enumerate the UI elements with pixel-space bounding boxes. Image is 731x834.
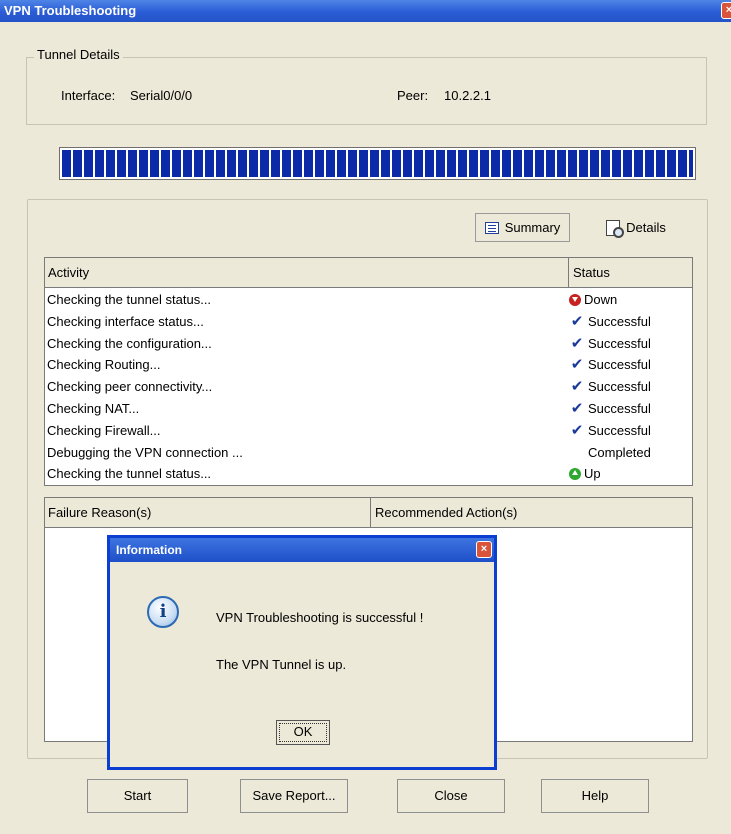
table-row[interactable]: Checking Firewall... ✔ Successful xyxy=(45,420,692,442)
activity-cell: Checking the tunnel status... xyxy=(47,292,212,307)
vpn-troubleshooting-window: VPN Troubleshooting × Tunnel Details Int… xyxy=(0,0,731,834)
progress-bar-fill xyxy=(62,150,693,177)
activity-cell: Debugging the VPN connection ... xyxy=(47,444,243,460)
summary-button-label: Summary xyxy=(504,220,561,235)
table-row[interactable]: Checking the configuration... ✔ Successful xyxy=(45,333,692,355)
table-row[interactable]: Checking NAT... ✔ Successful xyxy=(45,398,692,420)
activity-cell: Checking NAT... xyxy=(47,400,140,416)
status-check-icon: ✔ xyxy=(570,334,584,352)
interface-value: Serial0/0/0 xyxy=(130,88,193,103)
activity-cell: Checking Routing... xyxy=(47,357,161,373)
status-check-icon: ✔ xyxy=(570,421,584,439)
help-button[interactable]: Help xyxy=(541,779,649,813)
status-cell: ✔ Successful xyxy=(569,354,651,376)
status-text: Completed xyxy=(588,444,651,460)
peer-value: 10.2.2.1 xyxy=(444,88,491,103)
summary-toggle-button[interactable]: Summary xyxy=(475,213,570,242)
status-text: Successful xyxy=(588,422,651,438)
recommended-action-column-header[interactable]: Recommended Action(s) xyxy=(371,498,692,528)
save-report-button[interactable]: Save Report... xyxy=(240,779,348,813)
table-row[interactable]: Checking peer connectivity... ✔ Successful xyxy=(45,376,692,398)
status-text: Successful xyxy=(588,400,651,416)
window-titlebar: VPN Troubleshooting × xyxy=(0,0,731,22)
status-cell: Down xyxy=(569,289,617,311)
activity-rows: Checking the tunnel status... Down Checkin… xyxy=(45,289,692,485)
status-cell: ✔ Successful xyxy=(569,311,651,333)
dialog-message-success: VPN Troubleshooting is successful ! xyxy=(216,610,424,625)
activity-column-header[interactable]: Activity xyxy=(45,258,569,288)
status-column-header[interactable]: Status xyxy=(569,258,692,288)
status-cell: Up xyxy=(569,463,601,485)
tunnel-details-group xyxy=(26,57,707,125)
progress-bar xyxy=(59,147,696,180)
window-close-button[interactable]: × xyxy=(721,2,731,19)
status-text: Up xyxy=(584,466,601,482)
status-text: Successful xyxy=(588,313,651,329)
status-check-icon: ✔ xyxy=(570,356,584,374)
tunnel-details-legend: Tunnel Details xyxy=(34,47,123,62)
dialog-title: Information xyxy=(116,543,182,557)
activity-cell: Checking peer connectivity... xyxy=(47,379,213,395)
activity-table: Activity Status Checking the tunnel stat… xyxy=(44,257,693,486)
failure-reason-column-header[interactable]: Failure Reason(s) xyxy=(45,498,371,528)
status-down-icon xyxy=(569,293,581,306)
details-toggle-button[interactable]: Details xyxy=(584,213,688,242)
details-button-label: Details xyxy=(626,220,666,235)
activity-cell: Checking Firewall... xyxy=(47,422,161,438)
peer-label: Peer: xyxy=(397,88,429,103)
status-text: Successful xyxy=(588,379,651,395)
summary-list-icon xyxy=(484,221,499,234)
activity-cell: Checking the tunnel status... xyxy=(47,466,212,482)
details-magnifier-icon xyxy=(606,219,625,238)
close-button[interactable]: Close xyxy=(397,779,505,813)
status-text: Successful xyxy=(588,335,651,351)
information-dialog: Information × i VPN Troubleshooting is s… xyxy=(107,535,497,770)
interface-label: Interface: xyxy=(61,88,116,103)
status-check-icon: ✔ xyxy=(570,378,584,396)
window-title: VPN Troubleshooting xyxy=(4,3,137,18)
activity-cell: Checking interface status... xyxy=(47,313,204,329)
status-cell: ✔ Successful xyxy=(569,333,651,355)
table-row[interactable]: Checking the tunnel status... Down xyxy=(45,289,692,311)
status-up-icon xyxy=(569,468,581,481)
dialog-close-button[interactable]: × xyxy=(476,541,492,558)
dialog-titlebar: Information × xyxy=(110,538,494,562)
status-text: Down xyxy=(584,292,618,307)
activity-cell: Checking the configuration... xyxy=(47,335,212,351)
table-row[interactable]: Checking interface status... ✔ Successful xyxy=(45,311,692,333)
status-text: Successful xyxy=(588,357,651,373)
status-check-icon: ✔ xyxy=(570,399,584,417)
table-row[interactable]: Checking the tunnel status... Up xyxy=(45,463,692,485)
status-check-icon: ✔ xyxy=(570,312,584,330)
table-row[interactable]: Debugging the VPN connection ... Complete… xyxy=(45,442,692,464)
status-cell: ✔ Successful xyxy=(569,376,651,398)
info-icon: i xyxy=(147,596,179,628)
status-cell: ✔ Successful xyxy=(569,420,651,442)
start-button[interactable]: Start xyxy=(87,779,188,813)
status-cell: Completed xyxy=(569,442,651,464)
dialog-ok-button[interactable]: OK xyxy=(276,720,330,745)
dialog-message-tunnel-up: The VPN Tunnel is up. xyxy=(216,657,347,672)
status-cell: ✔ Successful xyxy=(569,398,651,420)
table-row[interactable]: Checking Routing... ✔ Successful xyxy=(45,354,692,376)
